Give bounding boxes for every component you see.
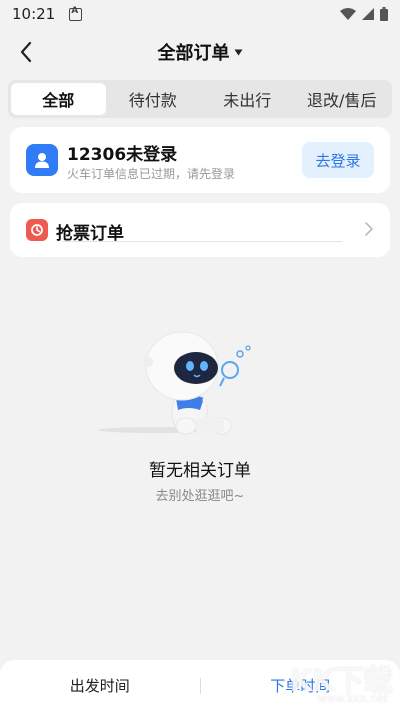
order-tabs: 全部 待付款 未出行 退改/售后 [8,80,392,118]
login-status-title: 12306未登录 [67,145,178,165]
watermark-url: www.kkx.net [317,692,388,705]
tab-all[interactable]: 全部 [11,83,106,115]
chevron-right-icon [365,222,373,236]
status-bar: 10:21 [0,0,400,28]
chevron-left-icon [20,41,32,63]
login-card: 12306未登录 火车订单信息已过期，请先登录 去登录 [10,127,390,193]
robot-mascot-illustration [98,331,251,435]
empty-state-subtitle: 去别处逛逛吧~ [155,489,245,504]
tab-refund-after-sale[interactable]: 退改/售后 [295,83,390,115]
login-status-subtitle: 火车订单信息已过期，请先登录 [67,167,236,181]
nav-bar: 全部订单 [0,30,400,74]
battery-icon [380,7,388,21]
login-button[interactable]: 去登录 [302,142,374,178]
watermark: KK下载 www.kkx.net [276,656,396,710]
grab-ticket-orders-row[interactable]: 抢票订单 [10,203,390,257]
empty-state-title: 暂无相关订单 [149,461,251,481]
page-title: 全部订单 [157,43,230,64]
wifi-icon [340,8,356,20]
tab-not-traveled[interactable]: 未出行 [200,83,295,115]
status-time: 10:21 [12,5,56,23]
status-indicators [340,7,388,21]
grab-ticket-icon [26,219,48,241]
user-icon [26,144,58,176]
order-filter-dropdown[interactable]: 全部订单 [158,39,243,65]
cellular-signal-icon [362,8,374,20]
caret-down-icon [234,49,242,55]
back-button[interactable] [12,38,40,66]
divider [62,241,342,242]
tab-pending-payment[interactable]: 待付款 [106,83,201,115]
sort-by-departure-time[interactable]: 出发时间 [0,675,200,696]
app-notification-icon [69,6,83,21]
